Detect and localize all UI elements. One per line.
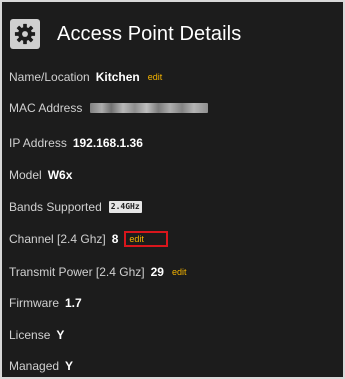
ip-address-value: 192.168.1.36 (72, 136, 143, 150)
license-value: Y (56, 328, 65, 342)
name-location-row: Name/Location Kitchen edit (9, 68, 162, 86)
access-point-details-panel: Access Point Details Name/Location Kitch… (0, 0, 345, 379)
mac-address-row: MAC Address (9, 99, 209, 117)
gear-icon (10, 19, 40, 49)
transmit-power-row: Transmit Power [2.4 Ghz] 29 edit (9, 263, 186, 281)
transmit-power-value: 29 (150, 265, 164, 279)
mac-address-label: MAC Address (9, 101, 83, 115)
page-title: Access Point Details (57, 22, 242, 45)
edit-transmit-power-link[interactable]: edit (172, 267, 187, 277)
channel-label: Channel [2.4 Ghz] (9, 232, 106, 246)
firmware-row: Firmware 1.7 (9, 294, 82, 312)
managed-row: Managed Y (9, 357, 73, 375)
model-row: Model W6x (9, 166, 72, 184)
edit-channel-link[interactable]: edit (129, 234, 144, 244)
edit-name-link[interactable]: edit (148, 72, 163, 82)
bands-supported-label: Bands Supported (9, 200, 102, 214)
name-location-label: Name/Location (9, 70, 90, 84)
model-label: Model (9, 168, 42, 182)
model-value: W6x (47, 168, 73, 182)
panel-header: Access Point Details (10, 16, 241, 52)
bands-supported-row: Bands Supported 2.4GHz (9, 198, 142, 216)
transmit-power-label: Transmit Power [2.4 Ghz] (9, 265, 145, 279)
name-location-value: Kitchen (95, 70, 140, 84)
managed-value: Y (65, 359, 74, 373)
managed-label: Managed (9, 359, 60, 373)
mac-address-redacted (90, 103, 209, 113)
ip-address-row: IP Address 192.168.1.36 (9, 134, 143, 152)
edit-channel-highlight: edit (124, 231, 168, 247)
firmware-value: 1.7 (65, 296, 82, 310)
channel-value: 8 (111, 232, 119, 246)
license-label: License (9, 328, 51, 342)
channel-row: Channel [2.4 Ghz] 8 edit (9, 230, 168, 248)
license-row: License Y (9, 326, 64, 344)
ip-address-label: IP Address (9, 136, 67, 150)
firmware-label: Firmware (9, 296, 59, 310)
band-2-4ghz-badge: 2.4GHz (108, 201, 142, 213)
